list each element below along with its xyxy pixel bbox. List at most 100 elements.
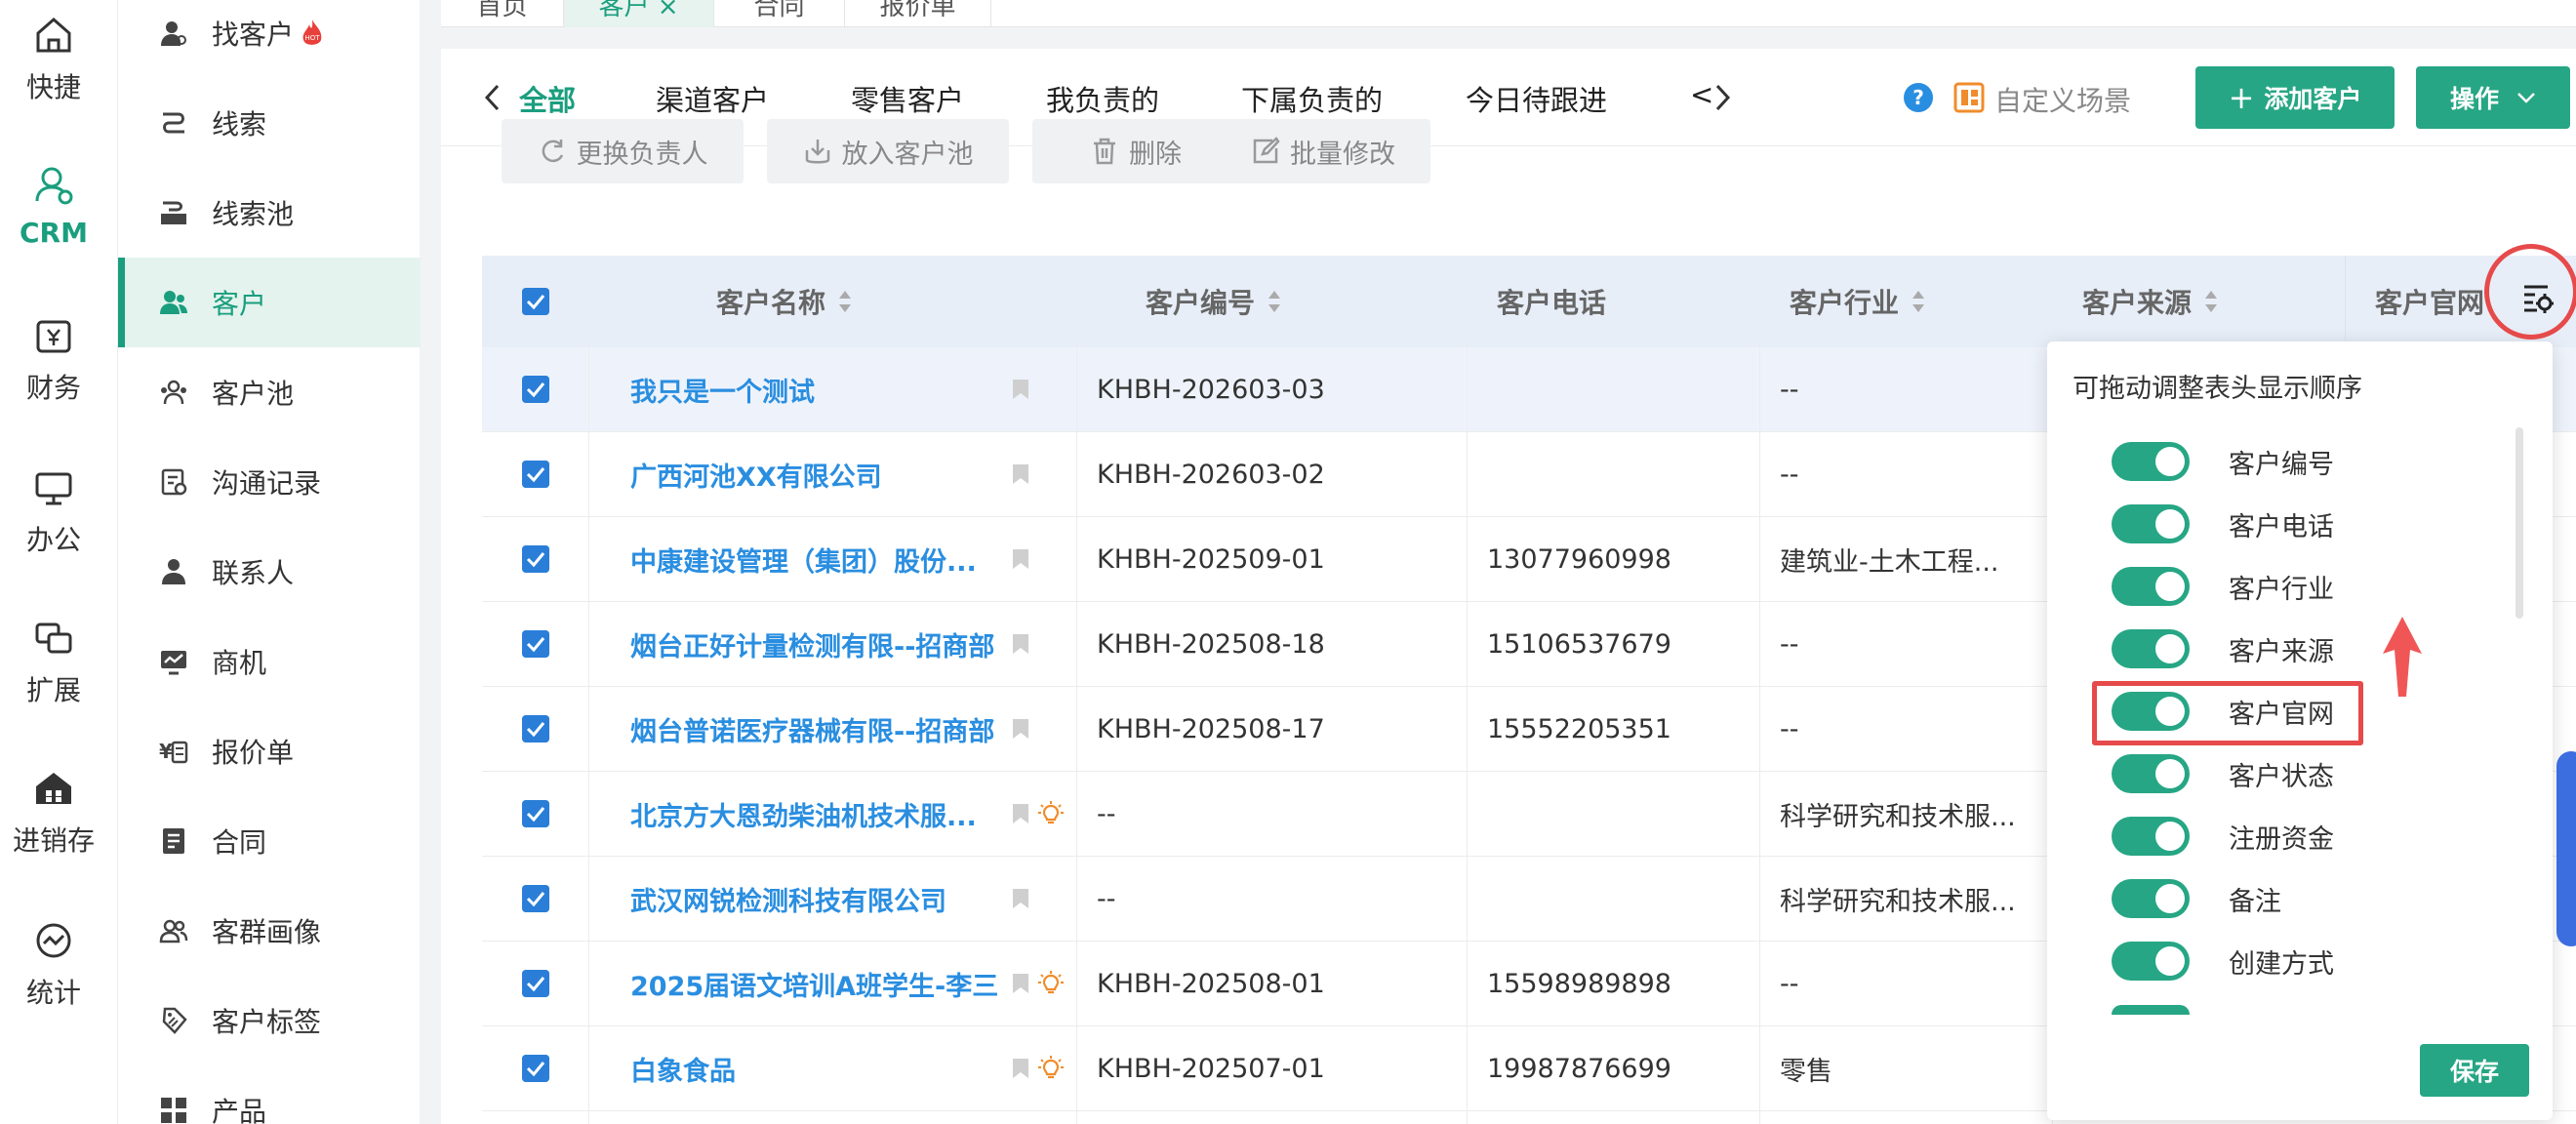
row-checkbox-cell[interactable] — [482, 1026, 589, 1110]
customer-name-link[interactable]: 中康建设管理（集团）股份... — [630, 517, 1001, 601]
operate-button[interactable]: 操作 — [2416, 66, 2570, 129]
sidebar-item-contracts[interactable]: 合同 — [118, 796, 421, 886]
customer-name-link[interactable]: 烟台正好计量检测有限--招商部 — [630, 602, 1001, 686]
column-visibility-toggle[interactable] — [2112, 879, 2190, 918]
sidebar-item-communication[interactable]: 沟通记录 — [118, 437, 421, 527]
add-customer-button[interactable]: + 添加客户 — [2195, 66, 2395, 129]
rail-item-stats[interactable]: 统计 — [0, 919, 107, 1011]
tab-home[interactable]: 首页 — [441, 0, 564, 27]
row-checkbox-cell[interactable] — [482, 772, 589, 856]
scene-subordinate-customers[interactable]: 下属负责的 — [1241, 78, 1383, 119]
change-owner-button[interactable]: 更换负责人 — [502, 119, 744, 183]
select-all-checkbox[interactable] — [521, 288, 549, 315]
sidebar-item-tags[interactable]: 客户标签 — [118, 976, 421, 1065]
row-checkbox[interactable] — [522, 800, 549, 827]
customer-name-link[interactable]: 武汉网锐检测科技有限公司 — [630, 857, 1001, 941]
column-toggle-row[interactable]: 客户状态 — [2112, 754, 2334, 793]
column-visibility-toggle[interactable] — [2112, 442, 2190, 481]
tab-contracts[interactable]: 合同 — [714, 0, 845, 27]
row-checkbox-cell[interactable] — [482, 517, 589, 601]
save-columns-button[interactable]: 保存 — [2420, 1044, 2529, 1097]
rail-item-extend[interactable]: 扩展 — [0, 617, 107, 708]
row-checkbox-cell[interactable] — [482, 347, 589, 431]
column-visibility-toggle[interactable] — [2112, 629, 2190, 668]
lightbulb-icon[interactable] — [1038, 801, 1064, 826]
sidebar-item-customers[interactable]: 客户 — [118, 258, 421, 347]
bookmark-icon[interactable] — [1011, 802, 1030, 825]
customer-name-link[interactable]: 我只是一个测试 — [630, 347, 1001, 431]
sidebar-item-find-customer[interactable]: 找客户 HOT — [118, 0, 421, 78]
row-checkbox-cell[interactable] — [482, 602, 589, 686]
bookmark-icon[interactable] — [1011, 972, 1030, 995]
row-checkbox[interactable] — [522, 885, 549, 912]
sort-icon[interactable] — [1267, 289, 1282, 314]
tab-close-icon[interactable]: × — [658, 0, 679, 21]
sidebar-item-contacts[interactable]: 联系人 — [118, 527, 421, 617]
tab-customers[interactable]: 客户 × — [564, 0, 714, 27]
column-visibility-toggle[interactable] — [2112, 817, 2190, 856]
sort-icon[interactable] — [1911, 289, 1926, 314]
floating-widget[interactable] — [2556, 751, 2576, 946]
scene-my-customers[interactable]: 我负责的 — [1046, 78, 1159, 119]
scene-all[interactable]: 全部 — [519, 78, 577, 136]
tab-quotes[interactable]: 报价单 — [845, 0, 991, 27]
row-checkbox-cell[interactable] — [482, 687, 589, 771]
sidebar-item-quotes[interactable]: ¥ 报价单 — [118, 706, 421, 796]
sort-icon[interactable] — [837, 289, 853, 314]
sort-icon[interactable] — [2203, 289, 2219, 314]
header-customer-source[interactable]: 客户来源 — [2053, 256, 2346, 347]
customer-name-link[interactable]: 北京方大恩劲柴油机技术服... — [630, 772, 1001, 856]
customer-name-link[interactable]: 烟台普诺医疗器械有限--招商部 — [630, 687, 1001, 771]
customer-name-link[interactable]: 广西河池XX有限公司 — [630, 432, 1001, 516]
sidebar-item-persona[interactable]: 客群画像 — [118, 886, 421, 976]
row-checkbox[interactable] — [522, 970, 549, 997]
help-icon[interactable]: ? — [1903, 82, 1934, 113]
column-toggle-row[interactable]: 客户行业 — [2112, 567, 2334, 606]
header-customer-code[interactable]: 客户编号 — [1077, 256, 1468, 347]
scene-channel-customers[interactable]: 渠道客户 — [656, 78, 769, 119]
column-visibility-toggle[interactable] — [2112, 754, 2190, 793]
scene-today-follow-up[interactable]: 今日待跟进 — [1466, 78, 1607, 119]
lightbulb-icon[interactable] — [1038, 971, 1064, 996]
column-toggle-row[interactable]: 客户来源 — [2112, 629, 2334, 668]
column-toggle-row[interactable]: 备注 — [2112, 879, 2281, 918]
header-customer-name[interactable]: 客户名称 — [589, 256, 1077, 347]
sidebar-item-opportunities[interactable]: 商机 — [118, 617, 421, 706]
rail-item-finance[interactable]: 财务 — [0, 314, 107, 406]
column-toggle-row[interactable]: 客户编号 — [2112, 442, 2334, 481]
bookmark-icon[interactable] — [1011, 632, 1030, 656]
column-toggle-row[interactable]: 创建方式 — [2112, 942, 2334, 981]
scene-retail-customers[interactable]: 零售客户 — [851, 78, 964, 119]
chevron-left-icon[interactable] — [484, 84, 500, 111]
sidebar-item-leads[interactable]: 线索 — [118, 78, 421, 168]
column-visibility-toggle[interactable] — [2112, 504, 2190, 543]
row-checkbox[interactable] — [522, 1055, 549, 1082]
column-visibility-toggle[interactable] — [2112, 567, 2190, 606]
bookmark-icon[interactable] — [1011, 378, 1030, 401]
column-toggle-row[interactable]: 客户电话 — [2112, 504, 2334, 543]
sidebar-item-customer-pool[interactable]: 客户池 — [118, 347, 421, 437]
rail-item-quick[interactable]: 快捷 — [0, 14, 107, 105]
customer-name-link[interactable]: 白象食品 — [630, 1026, 1001, 1110]
bookmark-icon[interactable] — [1011, 462, 1030, 486]
rail-item-crm[interactable]: CRM — [0, 164, 107, 249]
row-checkbox[interactable] — [522, 376, 549, 403]
row-checkbox-cell[interactable] — [482, 942, 589, 1025]
header-customer-industry[interactable]: 客户行业 — [1760, 256, 2053, 347]
header-customer-phone[interactable]: 客户电话 — [1468, 256, 1760, 347]
bookmark-icon[interactable] — [1011, 717, 1030, 741]
column-toggle-row[interactable]: 注册资金 — [2112, 817, 2334, 856]
rail-item-inventory[interactable]: 进销存 — [0, 767, 107, 859]
move-to-pool-button[interactable]: 放入客户池 — [767, 119, 1009, 183]
bookmark-icon[interactable] — [1011, 887, 1030, 910]
delete-button[interactable]: 删除 — [1032, 119, 1239, 183]
custom-scene-link[interactable]: 自定义场景 — [1994, 80, 2131, 119]
bookmark-icon[interactable] — [1011, 547, 1030, 571]
row-checkbox[interactable] — [522, 630, 549, 658]
chevron-right-icon[interactable] — [1715, 84, 1731, 111]
bookmark-icon[interactable] — [1011, 1057, 1030, 1080]
rail-item-office[interactable]: 办公 — [0, 466, 107, 558]
scene-more[interactable]: < — [1690, 78, 1713, 111]
sidebar-item-products[interactable]: 产品 — [118, 1065, 421, 1124]
column-visibility-toggle[interactable] — [2112, 942, 2190, 981]
